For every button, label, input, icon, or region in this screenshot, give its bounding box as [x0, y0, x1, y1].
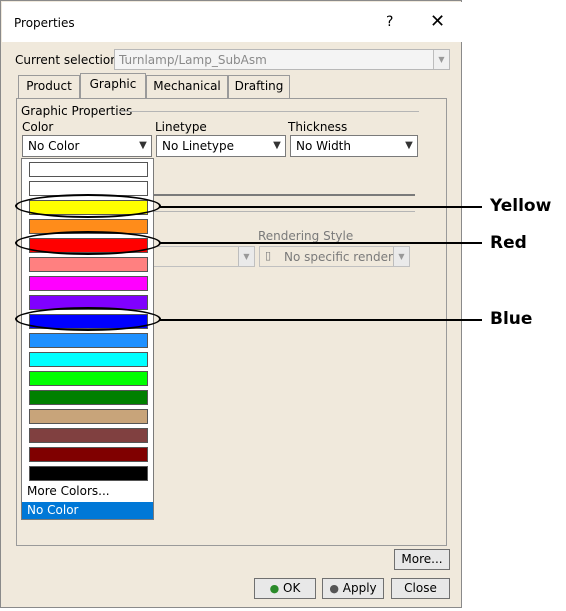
rendering-style-dropdown[interactable]: ▯ No specific rendering ▼: [259, 246, 410, 267]
title-bar: Properties ? ✕: [2, 2, 462, 42]
tab-label: Product: [26, 79, 72, 93]
color-label: Color: [22, 120, 54, 134]
color-swatch[interactable]: [29, 352, 148, 367]
color-swatch[interactable]: [29, 162, 148, 177]
rendering-icon: ▯: [265, 249, 272, 262]
close-button[interactable]: Close: [391, 578, 450, 599]
tab-graphic[interactable]: Graphic: [80, 73, 146, 99]
color-dropdown[interactable]: No Color ▼: [22, 135, 152, 157]
current-selection-value: Turnlamp/Lamp_SubAsm: [119, 53, 267, 67]
yellow-callout: Yellow: [490, 196, 552, 216]
close-icon[interactable]: ✕: [430, 11, 445, 32]
ok-label: OK: [283, 581, 301, 595]
separator: [151, 211, 415, 212]
blue-highlight: [15, 307, 161, 331]
separator: [151, 194, 415, 196]
color-swatch[interactable]: [29, 333, 148, 348]
more-button[interactable]: More...: [394, 549, 450, 570]
ok-icon: ●: [269, 582, 280, 595]
ok-button[interactable]: ● OK: [254, 578, 316, 599]
tab-mechanical[interactable]: Mechanical: [146, 75, 228, 98]
window-title: Properties: [14, 16, 75, 30]
apply-icon: ●: [329, 582, 339, 595]
chevron-down-icon[interactable]: ▼: [433, 50, 449, 69]
linetype-value: No Linetype: [162, 139, 234, 153]
color-swatch[interactable]: [29, 390, 148, 405]
linetype-dropdown[interactable]: No Linetype ▼: [156, 135, 286, 157]
red-callout: Red: [490, 233, 527, 253]
chevron-down-icon[interactable]: ▼: [135, 136, 151, 156]
thickness-dropdown[interactable]: No Width ▼: [290, 135, 418, 157]
rendering-style-value: No specific rendering: [284, 250, 394, 264]
tab-product[interactable]: Product: [18, 75, 80, 98]
apply-button[interactable]: ● Apply: [322, 578, 384, 599]
rendering-style-label: Rendering Style: [258, 229, 354, 243]
color-value: No Color: [28, 139, 80, 153]
color-swatch[interactable]: [29, 371, 148, 386]
current-selection-label: Current selection :: [15, 53, 126, 67]
thickness-value: No Width: [296, 139, 351, 153]
color-swatch[interactable]: [29, 257, 148, 272]
color-swatch[interactable]: [29, 276, 148, 291]
tab-label: Mechanical: [153, 79, 221, 93]
yellow-callout-line: [160, 206, 482, 208]
thickness-label: Thickness: [288, 120, 348, 134]
color-swatch[interactable]: [29, 409, 148, 424]
properties-dialog: Properties ? ✕ Current selection : Turnl…: [0, 0, 462, 608]
blue-callout: Blue: [490, 309, 533, 329]
chevron-down-icon[interactable]: ▼: [269, 136, 285, 156]
color-swatch[interactable]: [29, 466, 148, 481]
no-color-item[interactable]: No Color: [22, 502, 153, 519]
color-swatch[interactable]: [29, 428, 148, 443]
close-label: Close: [404, 581, 437, 595]
linetype-label: Linetype: [155, 120, 207, 134]
tab-label: Graphic: [89, 77, 137, 91]
blue-callout-line: [160, 319, 482, 321]
red-highlight: [15, 231, 161, 255]
graphic-properties-title: Graphic Properties: [21, 104, 133, 118]
chevron-down-icon[interactable]: ▼: [238, 247, 254, 266]
color-swatch[interactable]: [29, 447, 148, 462]
tab-drafting[interactable]: Drafting: [228, 75, 290, 98]
disabled-dropdown[interactable]: ▼: [151, 246, 255, 267]
chevron-down-icon[interactable]: ▼: [393, 247, 409, 266]
chevron-down-icon[interactable]: ▼: [401, 136, 417, 156]
apply-label: Apply: [342, 581, 377, 595]
red-callout-line: [160, 242, 482, 244]
tab-label: Drafting: [234, 79, 284, 93]
help-button[interactable]: ?: [386, 14, 393, 30]
yellow-highlight: [15, 194, 161, 218]
current-selection-field[interactable]: Turnlamp/Lamp_SubAsm ▼: [114, 49, 450, 70]
no-color-label: No Color: [27, 503, 79, 517]
more-colors-item[interactable]: More Colors...: [27, 484, 110, 498]
section-divider: [119, 111, 419, 112]
more-label: More...: [401, 552, 443, 566]
